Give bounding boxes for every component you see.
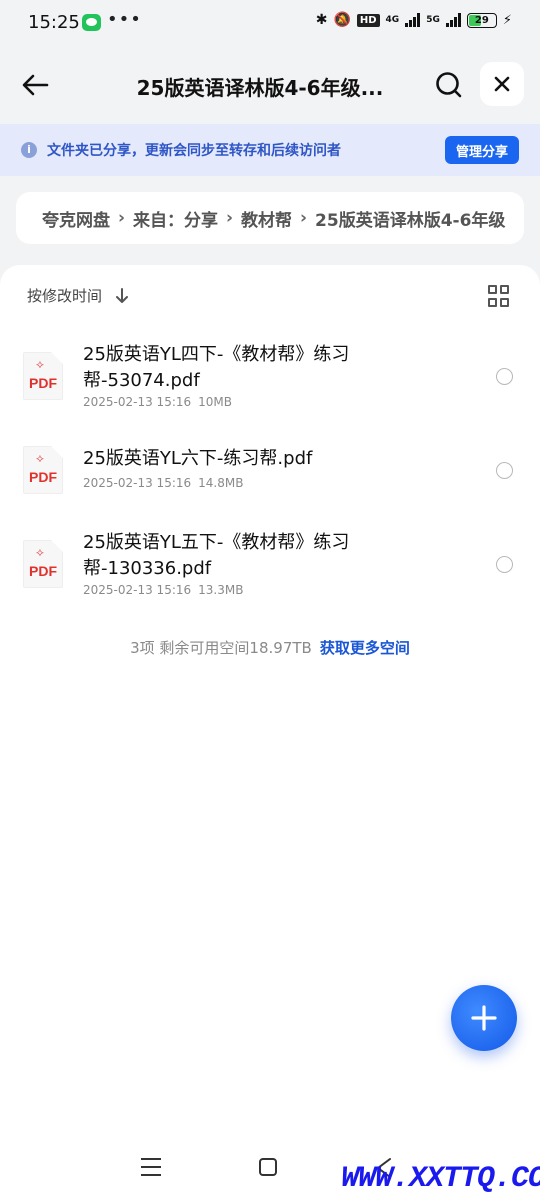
status-indicators: ✱ 🔕 HD 4G 5G 29 ⚡ — [316, 12, 512, 28]
status-bar: 15:25 ••• ✱ 🔕 HD 4G 5G 29 ⚡ — [0, 0, 540, 46]
select-radio[interactable] — [496, 556, 513, 573]
file-meta: 2025-02-13 15:16 10MB — [83, 395, 232, 409]
acrobat-icon: ⟡ — [36, 451, 44, 465]
acrobat-icon: ⟡ — [36, 357, 44, 371]
file-row[interactable]: ⟡ PDF 25版英语YL五下-《教材帮》练习帮-130336.pdf 2025… — [0, 518, 540, 608]
close-icon — [494, 76, 510, 92]
signal-icon — [405, 13, 421, 27]
close-button[interactable] — [480, 62, 524, 106]
file-row[interactable]: ⟡ PDF 25版英语YL四下-《教材帮》练习帮-53074.pdf 2025-… — [0, 330, 540, 420]
add-button[interactable] — [451, 985, 517, 1051]
breadcrumb-item-shared[interactable]: 来自：分享 — [133, 206, 218, 231]
battery-level: 29 — [474, 14, 489, 26]
get-more-space-link[interactable]: 获取更多空间 — [320, 639, 410, 657]
bluetooth-icon: ✱ — [315, 12, 328, 28]
search-button[interactable] — [432, 68, 466, 102]
select-radio[interactable] — [496, 368, 513, 385]
more-notifications-icon: ••• — [107, 9, 142, 30]
battery-icon: 29 — [466, 12, 497, 28]
arrow-left-icon — [22, 74, 49, 96]
file-meta: 2025-02-13 15:16 14.8MB — [83, 476, 243, 490]
pdf-file-icon: ⟡ PDF — [23, 540, 63, 588]
select-radio[interactable] — [496, 462, 513, 479]
breadcrumb-item-folder[interactable]: 教材帮 — [241, 206, 292, 231]
charging-icon: ⚡ — [502, 12, 512, 28]
file-date: 2025-02-13 15:16 — [83, 395, 192, 409]
file-date: 2025-02-13 15:16 — [83, 476, 192, 490]
watermark-text: WWW.XXTTQ.COM — [341, 1162, 540, 1196]
network-4g-label: 4G — [385, 14, 400, 25]
file-size: 13.3MB — [198, 583, 244, 597]
file-size: 14.8MB — [198, 476, 244, 490]
page-title: 25版英语译林版4-6年级... — [136, 76, 384, 100]
sort-button[interactable]: 按修改时间 — [27, 285, 102, 306]
breadcrumb-item-current[interactable]: 25版英语译林版4-6年级 — [315, 206, 505, 231]
pdf-file-icon: ⟡ PDF — [23, 446, 63, 494]
mute-bell-icon: 🔕 — [333, 12, 351, 28]
storage-summary: 3项 剩余可用空间18.97TB 获取更多空间 — [0, 637, 540, 658]
plus-icon — [471, 1005, 497, 1031]
storage-summary-text: 3项 剩余可用空间18.97TB — [130, 639, 312, 657]
manage-share-button[interactable]: 管理分享 — [445, 136, 519, 164]
search-icon — [436, 72, 462, 98]
grid-view-button[interactable] — [488, 285, 510, 307]
acrobat-icon: ⟡ — [36, 545, 44, 559]
status-time: 15:25 — [28, 12, 80, 33]
file-name: 25版英语YL四下-《教材帮》练习帮-53074.pdf — [83, 344, 350, 391]
nav-menu-button[interactable] — [141, 1158, 161, 1176]
chevron-right-icon: › — [226, 208, 234, 228]
info-icon: i — [21, 142, 37, 158]
file-name: 25版英语YL五下-《教材帮》练习帮-130336.pdf — [83, 532, 350, 579]
nav-home-button[interactable] — [259, 1158, 277, 1176]
back-button[interactable] — [18, 68, 52, 102]
file-name: 25版英语YL六下-练习帮.pdf — [83, 448, 313, 469]
sort-arrow-down-icon[interactable] — [114, 287, 130, 305]
chevron-right-icon: › — [118, 208, 126, 228]
signal-icon-2 — [445, 13, 461, 27]
file-meta: 2025-02-13 15:16 13.3MB — [83, 583, 243, 597]
network-5g-label: 5G — [426, 14, 440, 25]
chevron-right-icon: › — [300, 208, 308, 228]
file-date: 2025-02-13 15:16 — [83, 583, 192, 597]
file-row[interactable]: ⟡ PDF 25版英语YL六下-练习帮.pdf 2025-02-13 15:16… — [0, 430, 540, 506]
share-notice-text: 文件夹已分享，更新会同步至转存和后续访问者 — [47, 143, 341, 159]
wechat-notification-icon — [82, 14, 101, 31]
breadcrumb-item-root[interactable]: 夸克网盘 — [42, 206, 110, 231]
pdf-file-icon: ⟡ PDF — [23, 352, 63, 400]
hd-badge: HD — [356, 13, 380, 27]
breadcrumb: 夸克网盘 › 来自：分享 › 教材帮 › 25版英语译林版4-6年级 — [16, 192, 524, 244]
file-size: 10MB — [198, 395, 232, 409]
